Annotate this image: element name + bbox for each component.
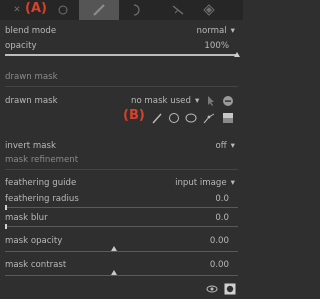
add-path-button[interactable] — [203, 112, 215, 124]
add-ellipse-button[interactable] — [185, 112, 197, 124]
slider-track — [5, 275, 238, 276]
chevron-down-icon: ▾ — [230, 141, 235, 151]
mask-opacity-slider[interactable] — [5, 246, 238, 254]
parametric-icon — [172, 5, 184, 15]
blend-mode-value: normal — [196, 26, 227, 36]
remove-mask-button[interactable] — [222, 95, 234, 107]
mask-icon — [224, 283, 236, 295]
raster-mask-tab[interactable] — [198, 1, 220, 19]
circle-icon — [169, 113, 179, 123]
slider-marker — [111, 270, 117, 275]
feathering-guide-dropdown[interactable]: input image ▾ — [175, 178, 235, 188]
drawn-mask-label: drawn mask — [5, 96, 58, 106]
drawn-mask-section-title: drawn mask — [5, 72, 58, 82]
blend-mode-label: blend mode — [5, 26, 57, 36]
drawn-parametric-icon — [203, 4, 215, 16]
eye-icon — [206, 285, 218, 293]
show-mask-toggle[interactable] — [205, 95, 217, 107]
half-circle-icon — [133, 4, 140, 16]
feathering-guide-label: feathering guide — [5, 178, 77, 188]
drawn-mask-value: no mask used — [131, 96, 191, 106]
opacity-slider-fill — [5, 54, 238, 56]
slider-marker — [111, 246, 117, 251]
mask-refinement-section-title: mask refinement — [5, 155, 79, 165]
callout-a: (A) — [25, 1, 47, 16]
mask-contrast-label: mask contrast — [5, 260, 67, 270]
slider-track — [5, 251, 238, 252]
mask-blur-value: 0.0 — [215, 213, 229, 223]
mask-opacity-label: mask opacity — [5, 236, 63, 246]
mask-contrast-value: 0.00 — [209, 260, 229, 270]
section-divider — [5, 169, 238, 170]
path-icon — [203, 113, 215, 124]
opacity-slider-marker — [234, 52, 240, 57]
blend-mode-dropdown[interactable]: normal ▾ — [197, 26, 235, 36]
slider-track — [5, 226, 238, 227]
add-gradient-button[interactable] — [222, 112, 234, 124]
chevron-down-icon: ▾ — [230, 178, 235, 188]
slider-marker — [5, 224, 7, 229]
brush-icon — [152, 113, 162, 124]
blend-tab-bar: ✕ (A) — [0, 0, 243, 20]
feathering-guide-value: input image — [175, 178, 227, 188]
slider-marker — [5, 205, 7, 210]
close-icon: ✕ — [13, 5, 21, 15]
mask-channel-toggle[interactable] — [224, 283, 236, 295]
opacity-value: 100% — [204, 41, 229, 51]
drawn-mask-dropdown[interactable]: no mask used ▾ — [131, 96, 199, 106]
feathering-radius-value: 0.0 — [215, 194, 229, 204]
invert-mask-label: invert mask — [5, 141, 56, 151]
mask-contrast-slider[interactable] — [5, 270, 238, 278]
mask-blur-slider[interactable] — [5, 224, 238, 230]
opacity-slider[interactable] — [5, 52, 240, 57]
circle-icon — [58, 5, 68, 15]
invert-mask-value: off — [215, 141, 227, 151]
opacity-label: opacity — [5, 41, 37, 51]
ellipse-icon — [185, 113, 197, 123]
display-mask-toggle[interactable] — [206, 284, 218, 294]
chevron-down-icon: ▾ — [230, 26, 235, 36]
slider-track — [5, 207, 238, 208]
brush-icon — [93, 4, 105, 16]
drawn-parametric-tab[interactable] — [167, 1, 189, 19]
parametric-mask-tab[interactable] — [125, 1, 147, 19]
gradient-icon — [223, 113, 233, 123]
feathering-radius-label: feathering radius — [5, 194, 79, 204]
add-brush-button[interactable] — [151, 112, 163, 124]
mask-opacity-value: 0.00 — [209, 236, 229, 246]
drawn-mask-tab[interactable] — [79, 0, 119, 20]
chevron-down-icon: ▾ — [194, 96, 200, 106]
minus-circle-icon — [223, 96, 233, 106]
callout-b: (B) — [123, 108, 145, 123]
cursor-icon — [208, 96, 214, 106]
uniform-tab[interactable] — [52, 1, 74, 19]
section-divider — [5, 86, 238, 87]
invert-mask-dropdown[interactable]: off ▾ — [215, 141, 235, 151]
feathering-radius-slider[interactable] — [5, 205, 238, 211]
mask-blur-label: mask blur — [5, 213, 48, 223]
add-circle-button[interactable] — [168, 112, 180, 124]
